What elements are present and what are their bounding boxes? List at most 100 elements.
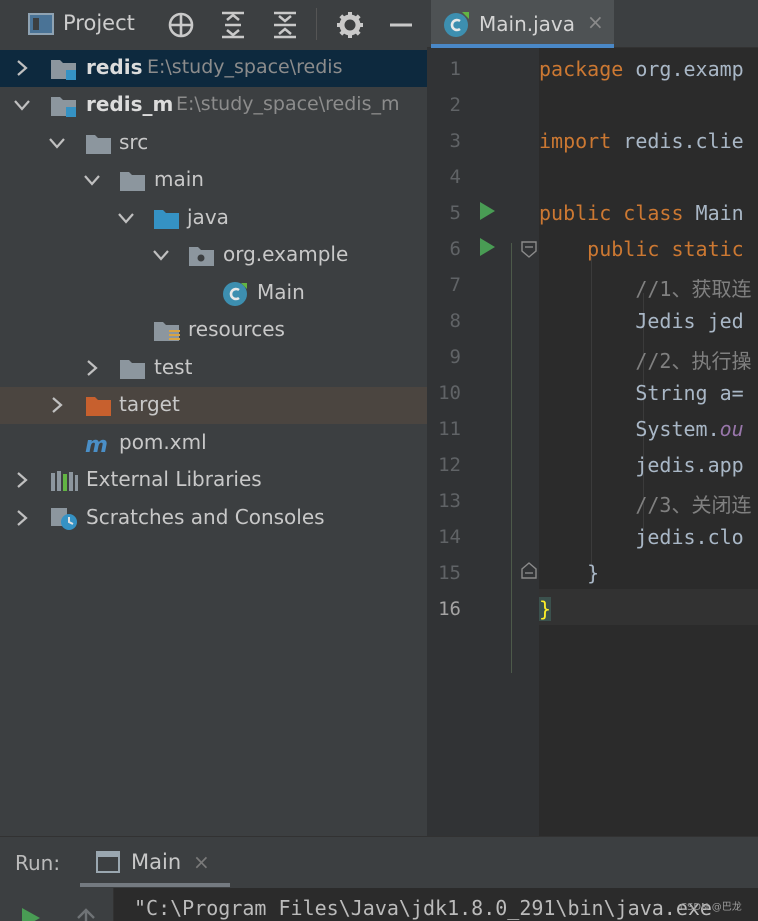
fold-icon[interactable] xyxy=(520,240,538,258)
tree-item-main-class[interactable]: Main xyxy=(0,275,427,312)
watermark: CSDN @巴龙 xyxy=(680,902,742,913)
tab-label: Main.java xyxy=(479,12,576,36)
run-tab-label: Main xyxy=(131,850,182,874)
chevron-right-icon[interactable] xyxy=(47,395,67,415)
current-line-highlight xyxy=(539,589,758,625)
line-number: 4 xyxy=(449,166,461,188)
code-line: jedis.clo xyxy=(539,525,743,549)
module-folder-icon xyxy=(49,56,79,82)
tree-item-org-example[interactable]: org.example xyxy=(0,237,427,274)
line-number: 6 xyxy=(449,238,461,260)
tab-close-icon[interactable]: × xyxy=(587,10,604,34)
code-line: //1、获取连 xyxy=(539,273,751,302)
project-header: Project xyxy=(0,0,427,48)
tree-item-label: External Libraries xyxy=(86,467,262,491)
tree-item-scratches[interactable]: Scratches and Consoles xyxy=(0,500,427,537)
line-number: 11 xyxy=(438,418,461,440)
code-line: System.ou xyxy=(539,417,744,441)
tree-item-label: main xyxy=(154,167,204,191)
minimize-icon[interactable] xyxy=(386,10,416,40)
tree-item-pom[interactable]: m pom.xml xyxy=(0,425,427,462)
line-number: 8 xyxy=(449,310,461,332)
code-area[interactable]: package org.examp import redis.clie public… xyxy=(539,48,758,836)
chevron-down-icon[interactable] xyxy=(151,245,171,265)
code-keyword: public static xyxy=(539,237,744,261)
project-title[interactable]: Project xyxy=(63,11,135,35)
tree-item-redis[interactable]: redis E:\study_space\redis xyxy=(0,50,427,87)
arrow-up-icon[interactable] xyxy=(75,906,97,921)
line-number: 10 xyxy=(438,382,461,404)
chevron-right-icon[interactable] xyxy=(12,58,32,78)
unfold-icon[interactable] xyxy=(520,562,538,580)
run-tab-close-icon[interactable]: × xyxy=(193,850,210,874)
code-field: ou xyxy=(719,417,744,441)
package-icon xyxy=(187,243,217,269)
tree-item-path: E:\study_space\redis xyxy=(147,56,343,78)
tree-item-main[interactable]: main xyxy=(0,162,427,199)
run-gutter-icon[interactable] xyxy=(480,238,495,256)
chevron-right-icon[interactable] xyxy=(82,358,102,378)
console-output[interactable]: "C:\Program Files\Java\jdk1.8.0_291\bin\… xyxy=(113,888,758,921)
code-text: jedis.app xyxy=(539,453,744,477)
libraries-icon xyxy=(49,468,79,494)
run-tab-main[interactable]: Main × xyxy=(80,837,230,887)
code-text: } xyxy=(539,561,600,585)
tree-item-java[interactable]: java xyxy=(0,200,427,237)
code-line: jedis.app xyxy=(539,453,744,477)
chevron-right-icon[interactable] xyxy=(12,508,32,528)
expand-all-icon[interactable] xyxy=(218,10,248,40)
tree-item-resources[interactable]: resources xyxy=(0,312,427,349)
line-number: 7 xyxy=(449,274,461,296)
console-line: "C:\Program Files\Java\jdk1.8.0_291\bin\… xyxy=(134,896,712,920)
console-icon xyxy=(96,851,120,873)
chevron-down-icon[interactable] xyxy=(116,208,136,228)
run-label: Run: xyxy=(15,851,61,875)
line-number: 16 xyxy=(438,598,461,620)
project-view-icon[interactable] xyxy=(28,13,54,35)
gear-icon[interactable] xyxy=(335,10,365,40)
maven-icon: m xyxy=(84,431,114,458)
fold-region-line xyxy=(511,243,512,673)
tree-item-label: java xyxy=(187,205,229,229)
tree-item-target[interactable]: target xyxy=(0,387,427,424)
tree-item-test[interactable]: test xyxy=(0,350,427,387)
chevron-right-icon[interactable] xyxy=(12,470,32,490)
header-divider xyxy=(316,8,317,40)
tree-item-label: Scratches and Consoles xyxy=(86,505,325,529)
chevron-down-icon[interactable] xyxy=(47,133,67,153)
tree-item-label: resources xyxy=(188,317,285,341)
chevron-down-icon[interactable] xyxy=(12,95,32,115)
line-number: 1 xyxy=(449,58,461,80)
code-line: //2、执行操 xyxy=(539,345,751,374)
tree-item-label: Main xyxy=(257,280,305,304)
tree-item-path: E:\study_space\redis_m xyxy=(176,93,400,115)
tree-item-external-libraries[interactable]: External Libraries xyxy=(0,462,427,499)
run-gutter-icon[interactable] xyxy=(480,202,495,220)
tree-item-label: redis_m xyxy=(86,92,174,116)
tree-item-label: org.example xyxy=(223,242,349,266)
line-number: 5 xyxy=(449,202,461,224)
editor-tab-bar: Main.java × xyxy=(427,0,758,48)
rerun-icon[interactable] xyxy=(22,908,40,921)
excluded-folder-icon xyxy=(84,393,114,419)
folder-icon xyxy=(118,168,148,194)
line-number: 2 xyxy=(449,94,461,116)
module-folder-icon xyxy=(49,93,79,119)
code-keyword: public class xyxy=(539,201,684,225)
code-line: Jedis jed xyxy=(539,309,743,333)
folder-icon xyxy=(118,356,148,382)
matched-brace: } xyxy=(539,597,552,621)
code-line: //3、关闭连 xyxy=(539,489,751,518)
tree-item-src[interactable]: src xyxy=(0,125,427,162)
collapse-all-icon[interactable] xyxy=(270,10,300,40)
project-tool-window: Project redis E:\study_space\redis redis… xyxy=(0,0,427,836)
tab-main-java[interactable]: Main.java × xyxy=(431,0,614,48)
chevron-down-icon[interactable] xyxy=(82,170,102,190)
locate-icon[interactable] xyxy=(166,10,196,40)
tree-item-redis-m[interactable]: redis_m E:\study_space\redis_m xyxy=(0,87,427,124)
code-text: org.examp xyxy=(623,57,744,81)
java-class-icon xyxy=(221,281,251,307)
tree-item-label: src xyxy=(119,130,149,154)
line-number: 13 xyxy=(438,490,461,512)
scratches-icon xyxy=(49,506,79,532)
